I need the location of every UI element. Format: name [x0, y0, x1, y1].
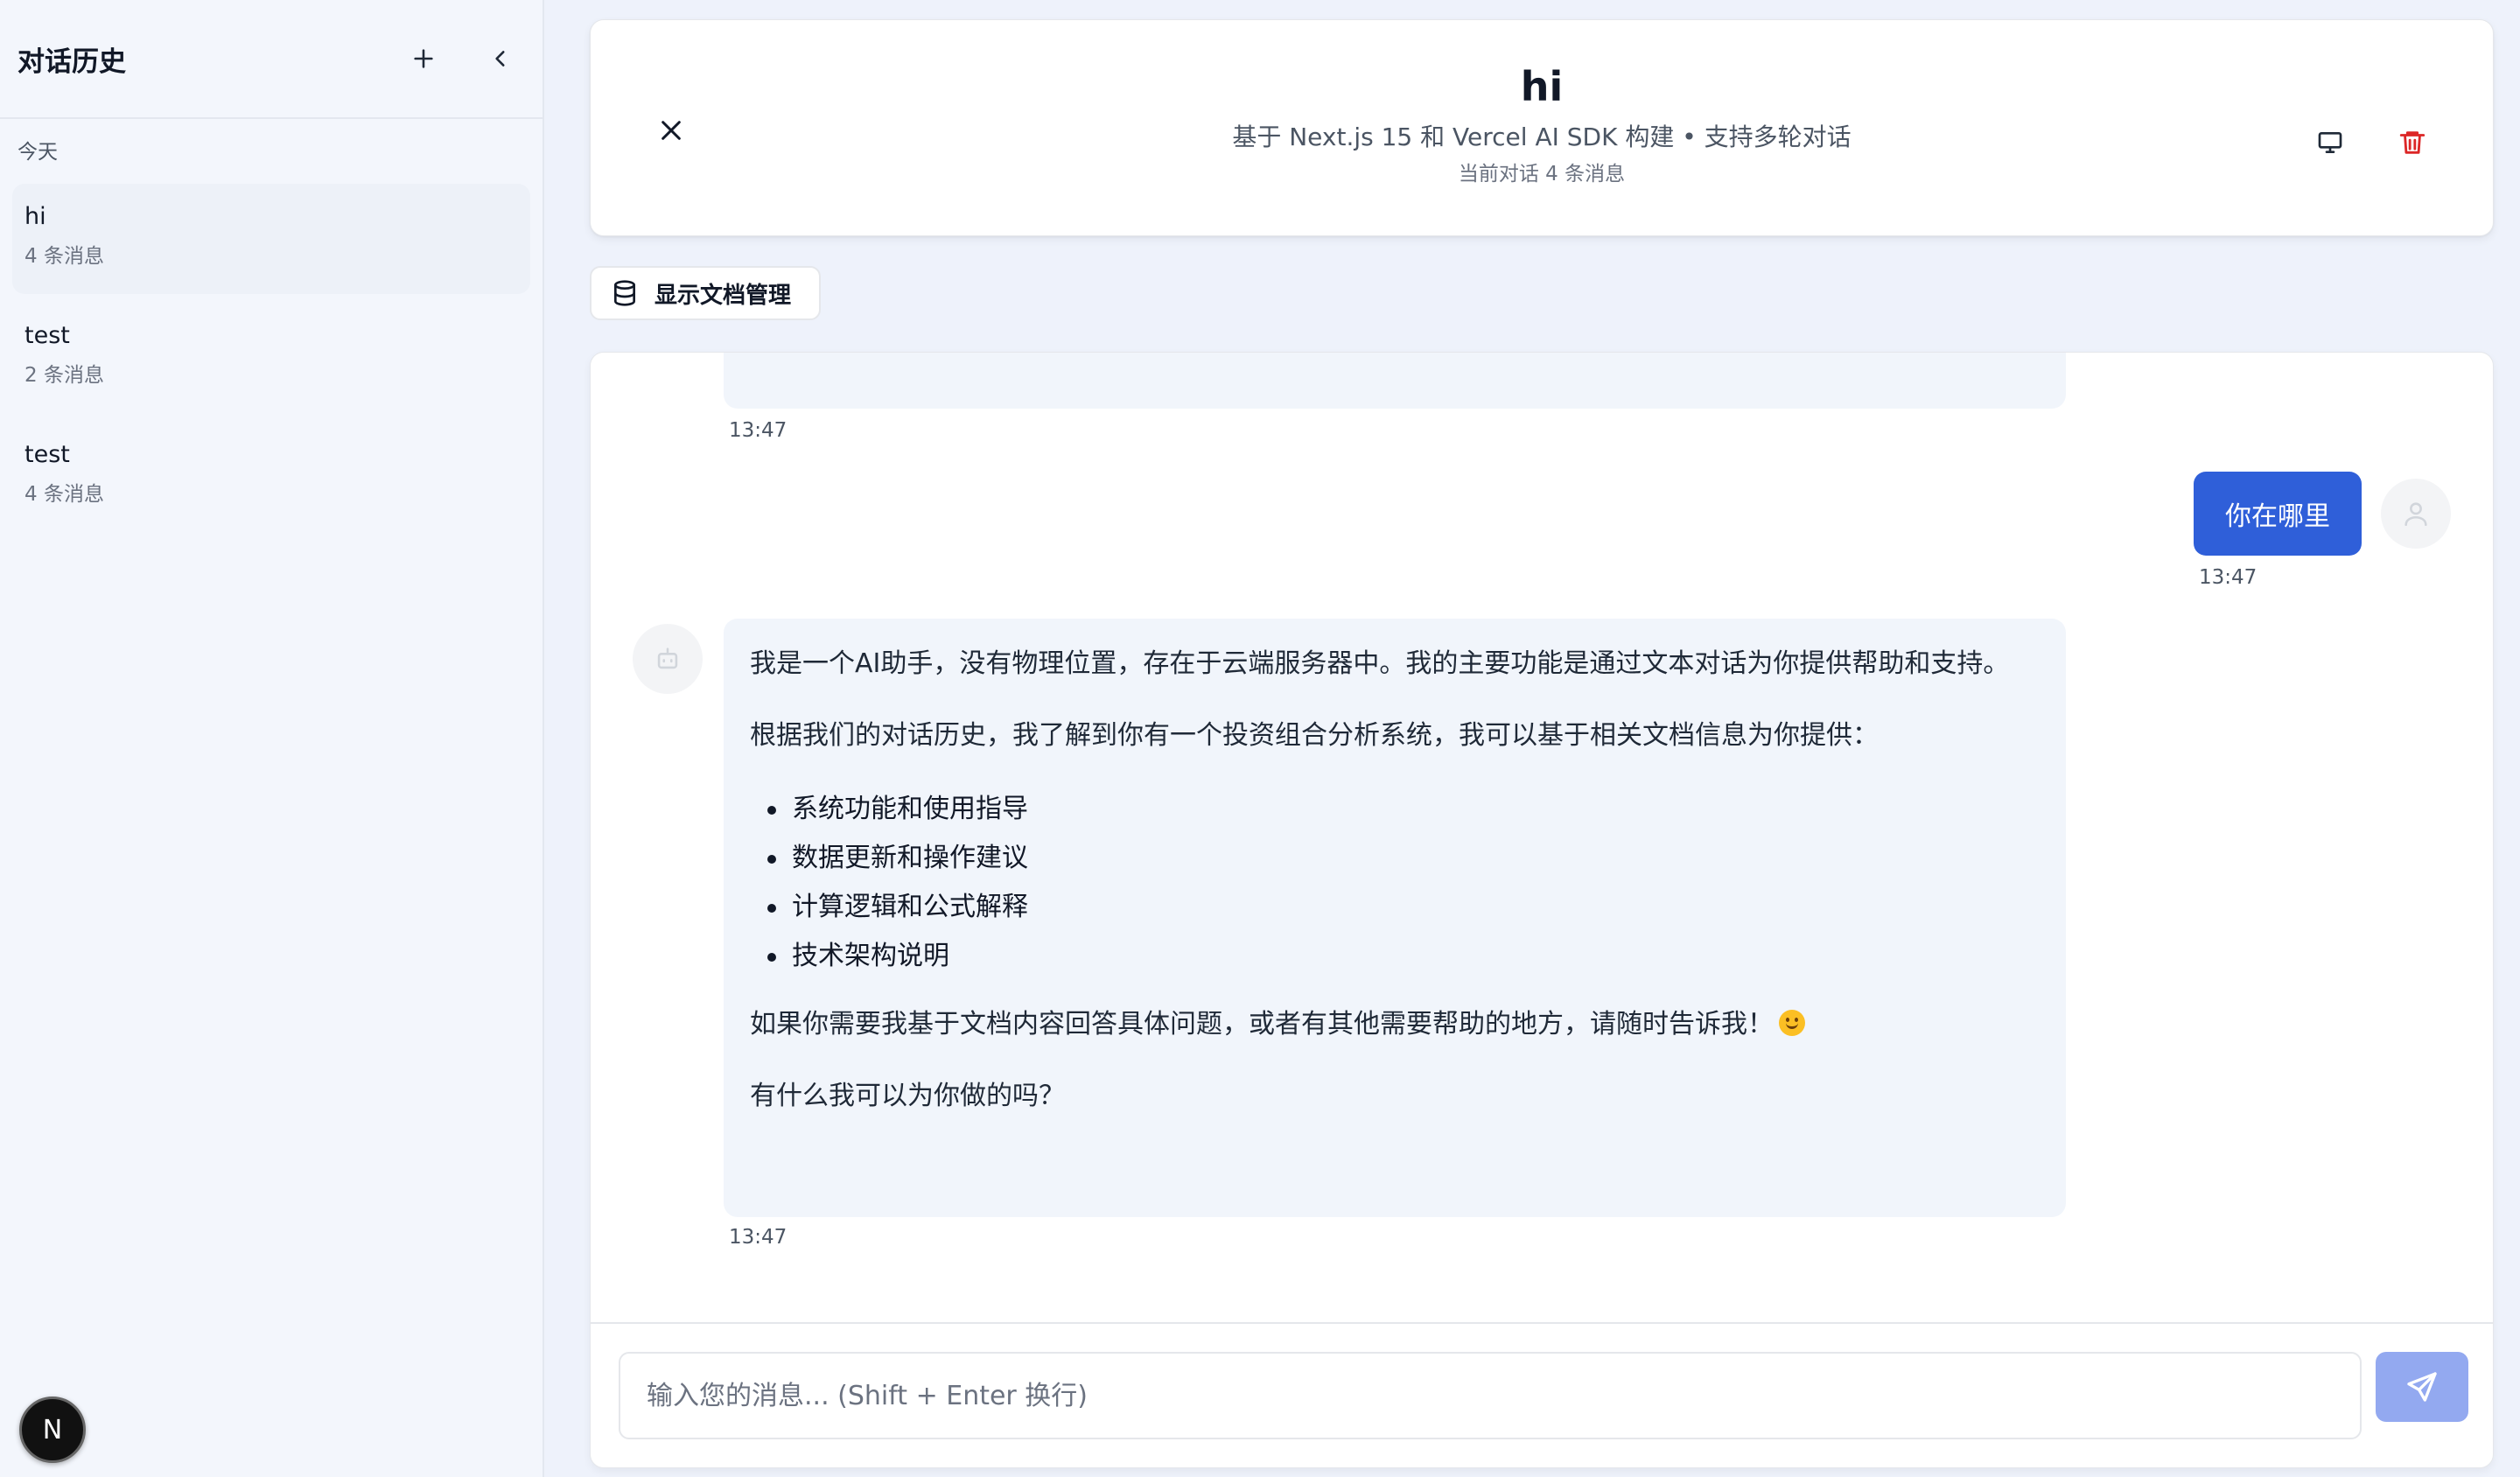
chat-header: hi 基于 Next.js 15 和 Vercel AI SDK 构建 • 支持… [590, 19, 2494, 236]
delete-conversation-button[interactable] [2393, 122, 2432, 164]
doc-button-label: 显示文档管理 [654, 282, 792, 309]
show-document-manager-button[interactable]: 显示文档管理 [590, 266, 821, 320]
page-subtitle: 基于 Next.js 15 和 Vercel AI SDK 构建 • 支持多轮对… [1232, 122, 1852, 151]
collapse-sidebar-button[interactable] [476, 34, 525, 83]
trash-icon [2399, 131, 2426, 154]
nextjs-dev-avatar[interactable]: N [19, 1396, 86, 1463]
sidebar-title: 对话历史 [18, 46, 126, 78]
page-title: hi [1520, 63, 1564, 110]
plus-icon [414, 49, 433, 68]
send-icon [2407, 1372, 2437, 1402]
message-input[interactable] [619, 1352, 2362, 1439]
list-item: 数据更新和操作建议 [750, 834, 2040, 883]
conversation-item-test-1[interactable]: test 2 条消息 [12, 303, 530, 413]
conversation-count: 4 条消息 [24, 245, 104, 268]
database-icon [611, 279, 639, 307]
list-item: 系统功能和使用指导 [750, 785, 2040, 834]
conversation-item-hi[interactable]: hi 4 条消息 [12, 184, 530, 294]
sidebar-header: 对话历史 [0, 0, 542, 119]
chat-panel: 13:47 你在哪里 13:47 我是一个AI助手，没有物理位置，存在于云端服务… [590, 352, 2494, 1468]
assistant-avatar [633, 624, 703, 694]
send-button[interactable] [2376, 1352, 2468, 1422]
message-paragraph: 根据我们的对话历史，我了解到你有一个投资组合分析系统，我可以基于相关文档信息为你… [750, 720, 1879, 751]
conversation-title: test [24, 441, 70, 468]
conversation-count: 4 条消息 [24, 483, 104, 506]
list-item: 技术架构说明 [750, 932, 2040, 981]
chevron-left-icon [495, 51, 505, 66]
conversation-title: hi [24, 203, 46, 230]
bot-icon [657, 648, 678, 669]
assistant-message-bubble: 我是一个AI助手，没有物理位置，存在于云端服务器中。我的主要功能是通过文本对话为… [724, 619, 2066, 1217]
message-paragraph: 如果你需要我基于文档内容回答具体问题，或者有其他需要帮助的地方，请随时告诉我！ [750, 1009, 1774, 1040]
smile-emoji-icon [1779, 1010, 1805, 1036]
conversation-item-test-2[interactable]: test 4 条消息 [12, 422, 530, 532]
message-paragraph-row: 如果你需要我基于文档内容回答具体问题，或者有其他需要帮助的地方，请随时告诉我！ [750, 1002, 2040, 1047]
user-icon [2404, 502, 2427, 527]
message-count: 当前对话 4 条消息 [1458, 163, 1626, 186]
conversation-sidebar: 对话历史 今天 hi 4 条消息 test 2 条消息 test 4 条消息 [0, 0, 544, 1477]
list-item: 计算逻辑和公式解释 [750, 883, 2040, 932]
message-time: 13:47 [729, 1226, 788, 1249]
conversation-title: test [24, 322, 70, 349]
message-paragraph: 我是一个AI助手，没有物理位置，存在于云端服务器中。我的主要功能是通过文本对话为… [750, 648, 2010, 679]
assistant-message-bubble-previous [724, 353, 2066, 409]
input-divider [591, 1322, 2493, 1324]
message-list: 系统功能和使用指导 数据更新和操作建议 计算逻辑和公式解释 技术架构说明 [750, 785, 2040, 981]
header-center: hi 基于 Next.js 15 和 Vercel AI SDK 构建 • 支持… [591, 62, 2493, 188]
user-message-bubble: 你在哪里 [2194, 472, 2362, 556]
sidebar-section-label: 今天 [18, 141, 58, 164]
user-avatar [2381, 479, 2451, 549]
new-chat-button[interactable] [399, 34, 448, 83]
display-toggle-button[interactable] [2311, 123, 2349, 162]
message-time: 13:47 [729, 419, 788, 442]
message-time: 13:47 [2199, 566, 2258, 589]
message-paragraph: 有什么我可以为你做的吗？ [750, 1081, 1065, 1111]
monitor-icon [2318, 132, 2342, 153]
conversation-count: 2 条消息 [24, 364, 104, 387]
